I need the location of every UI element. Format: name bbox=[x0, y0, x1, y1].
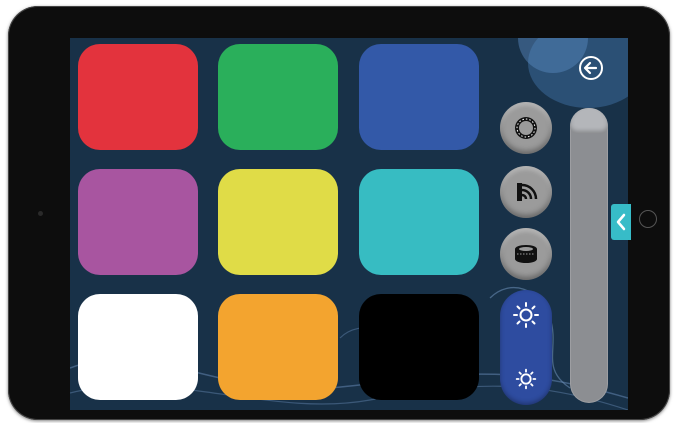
brightness-up-button[interactable] bbox=[511, 300, 541, 330]
ring-mode-button[interactable] bbox=[500, 102, 552, 154]
speaker-icon bbox=[515, 245, 537, 263]
home-button[interactable] bbox=[639, 210, 657, 228]
color-tile-purple[interactable] bbox=[78, 169, 198, 275]
color-tile-blue[interactable] bbox=[359, 44, 479, 150]
color-tile-green[interactable] bbox=[218, 44, 338, 150]
slider-handle[interactable] bbox=[570, 108, 608, 134]
color-tile-white[interactable] bbox=[78, 294, 198, 400]
wifi-button[interactable] bbox=[500, 166, 552, 218]
camera-icon bbox=[38, 211, 43, 216]
wifi-icon bbox=[517, 183, 538, 201]
color-tile-red[interactable] bbox=[78, 44, 198, 150]
back-arrow-icon bbox=[579, 56, 603, 80]
back-button[interactable] bbox=[578, 55, 604, 81]
side-panel-tab[interactable] bbox=[611, 204, 631, 240]
app-screen bbox=[70, 38, 628, 410]
brightness-panel bbox=[500, 290, 552, 405]
brightness-up-icon bbox=[513, 302, 539, 328]
vertical-slider[interactable] bbox=[570, 108, 608, 403]
color-tile-black[interactable] bbox=[359, 294, 479, 400]
ring-icon bbox=[515, 117, 537, 139]
color-tile-orange[interactable] bbox=[218, 294, 338, 400]
brightness-down-icon bbox=[515, 368, 537, 390]
color-tile-yellow[interactable] bbox=[218, 169, 338, 275]
chevron-left-icon bbox=[616, 213, 626, 231]
color-tile-cyan[interactable] bbox=[359, 169, 479, 275]
tablet-frame bbox=[8, 6, 670, 420]
brightness-down-button[interactable] bbox=[511, 364, 541, 394]
speaker-button[interactable] bbox=[500, 228, 552, 280]
